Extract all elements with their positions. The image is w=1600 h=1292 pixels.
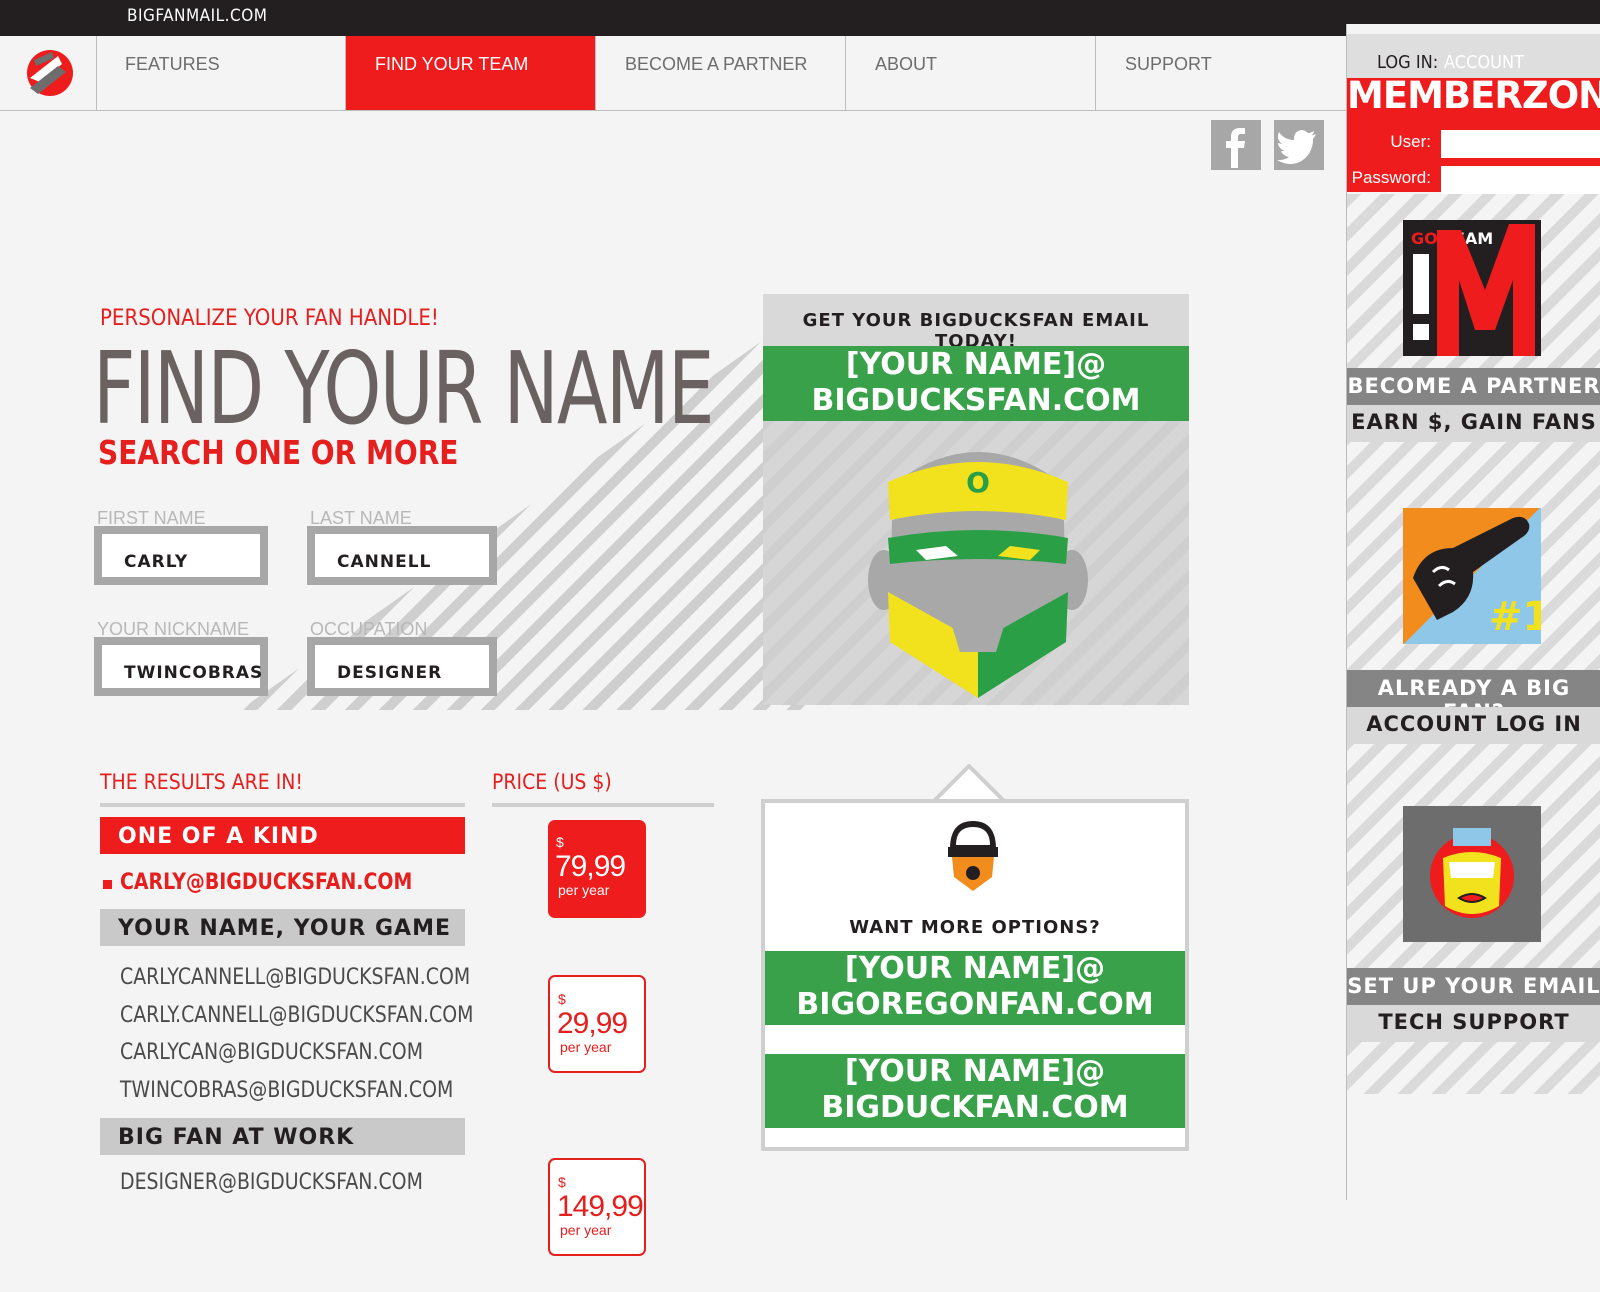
password-input[interactable] bbox=[1441, 166, 1600, 194]
price-amount: 149,99 bbox=[557, 1190, 644, 1223]
last-name-value: CANNELL bbox=[337, 552, 432, 572]
twitter-button[interactable] bbox=[1274, 120, 1324, 170]
hero-card: GET YOUR BIGDUCKSFAN EMAIL TODAY! [YOUR … bbox=[763, 294, 1189, 705]
subhead: SEARCH ONE OR MORE bbox=[98, 433, 459, 472]
category-one-of-a-kind: ONE OF A KIND bbox=[100, 817, 465, 854]
nav-support-label: SUPPORT bbox=[1125, 54, 1212, 74]
tech-support-band[interactable]: TECH SUPPORT bbox=[1347, 1005, 1600, 1042]
price-period: per year bbox=[560, 1039, 612, 1055]
option-line2: BIGDUCKFAN.COM bbox=[821, 1090, 1129, 1125]
nav-features-label: FEATURES bbox=[125, 54, 220, 74]
option-line1: [YOUR NAME]@ bbox=[844, 951, 1106, 986]
nav-about[interactable]: ABOUT bbox=[846, 36, 1096, 110]
nav-become-a-partner[interactable]: BECOME A PARTNER bbox=[596, 36, 846, 110]
user-label: User: bbox=[1390, 132, 1431, 151]
site-name[interactable]: BIGFANMAIL.COM bbox=[127, 6, 267, 26]
memberzone-title: MEMBERZONE bbox=[1347, 74, 1600, 117]
price-amount: 29,99 bbox=[557, 1007, 628, 1040]
memberzone-panel: LOG IN: ACCOUNT MEMBERZONE User: Passwor… bbox=[1347, 34, 1600, 194]
category-your-name-your-game: YOUR NAME, YOUR GAME bbox=[100, 909, 465, 946]
nav-support[interactable]: SUPPORT bbox=[1096, 36, 1346, 110]
price-tag[interactable]: $ 79,99 per year bbox=[548, 820, 646, 918]
foam-finger-icon: #1 bbox=[1413, 516, 1550, 640]
price-amount: 79,99 bbox=[555, 850, 626, 883]
number-one-badge: #1 bbox=[1489, 594, 1541, 640]
nav-about-label: ABOUT bbox=[875, 54, 938, 74]
occupation-field[interactable]: DESIGNER bbox=[307, 637, 497, 696]
more-options-card: WANT MORE OPTIONS? [YOUR NAME]@ BIGOREGO… bbox=[761, 799, 1189, 1151]
login-row: LOG IN: ACCOUNT bbox=[1347, 34, 1600, 78]
already-fan-band[interactable]: ALREADY A BIG FAN? bbox=[1347, 670, 1600, 724]
tech-support-tile[interactable] bbox=[1403, 806, 1541, 942]
price-tag[interactable]: $ 149,99 per year bbox=[548, 1158, 646, 1256]
nav-find-your-team[interactable]: FIND YOUR TEAM bbox=[346, 36, 596, 110]
price-period: per year bbox=[560, 1222, 612, 1238]
account-login-band[interactable]: ACCOUNT LOG IN bbox=[1347, 707, 1600, 744]
result-email[interactable]: CARLYCANNELL@BIGDUCKSFAN.COM bbox=[120, 965, 470, 990]
category-label: YOUR NAME, YOUR GAME bbox=[118, 916, 452, 941]
results-heading: THE RESULTS ARE IN! bbox=[100, 770, 303, 794]
category-label: ONE OF A KIND bbox=[118, 824, 319, 849]
category-label: BIG FAN AT WORK bbox=[118, 1125, 355, 1150]
helmet-face-icon bbox=[1430, 828, 1514, 918]
nickname-field[interactable]: TWINCOBRAS bbox=[94, 637, 268, 696]
callout-pointer bbox=[933, 764, 1005, 804]
main-nav: FEATURES FIND YOUR TEAM BECOME A PARTNER… bbox=[0, 36, 1346, 111]
category-big-fan-at-work: BIG FAN AT WORK bbox=[100, 1118, 465, 1155]
go-team-logo-icon: GO TEAM bbox=[1411, 224, 1535, 356]
hero-email-line2: BIGDUCKSFAN.COM bbox=[811, 383, 1141, 418]
option-bigduckfan[interactable]: [YOUR NAME]@ BIGDUCKFAN.COM bbox=[765, 1054, 1185, 1128]
hero-title: GET YOUR BIGDUCKSFAN EMAIL TODAY! bbox=[763, 294, 1189, 352]
option-line1: [YOUR NAME]@ bbox=[844, 1054, 1106, 1089]
mascot-head-icon bbox=[948, 821, 998, 891]
password-label: Password: bbox=[1351, 168, 1431, 187]
nav-features[interactable]: FEATURES bbox=[96, 36, 346, 110]
logo-icon bbox=[27, 50, 73, 96]
twitter-icon bbox=[1277, 130, 1316, 164]
result-email[interactable]: CARLYCAN@BIGDUCKSFAN.COM bbox=[120, 1040, 423, 1065]
facebook-button[interactable] bbox=[1211, 120, 1261, 170]
eyebrow-text: PERSONALIZE YOUR FAN HANDLE! bbox=[100, 306, 439, 331]
last-name-field[interactable]: CANNELL bbox=[307, 526, 497, 585]
bullet-icon bbox=[103, 880, 112, 889]
logo[interactable] bbox=[0, 36, 97, 110]
nickname-value: TWINCOBRAS bbox=[124, 663, 264, 683]
account-link[interactable]: ACCOUNT bbox=[1444, 52, 1524, 73]
option-bigoregonfan[interactable]: [YOUR NAME]@ BIGOREGONFAN.COM bbox=[765, 951, 1185, 1025]
nav-become-a-partner-label: BECOME A PARTNER bbox=[625, 54, 808, 74]
login-label: LOG IN: bbox=[1377, 52, 1439, 73]
nav-find-your-team-label: FIND YOUR TEAM bbox=[375, 54, 529, 74]
setup-email-band[interactable]: SET UP YOUR EMAIL bbox=[1347, 968, 1600, 1005]
options-title: WANT MORE OPTIONS? bbox=[849, 917, 1101, 938]
price-currency: $ bbox=[556, 834, 564, 850]
big-fan-tile[interactable]: #1 bbox=[1403, 508, 1550, 644]
result-email[interactable]: CARLY@BIGDUCKSFAN.COM bbox=[120, 870, 412, 895]
price-period: per year bbox=[558, 882, 610, 898]
option-line2: BIGOREGONFAN.COM bbox=[796, 987, 1154, 1022]
mascot-letter: O bbox=[966, 466, 990, 499]
price-tag[interactable]: $ 29,99 per year bbox=[548, 975, 646, 1073]
occupation-value: DESIGNER bbox=[337, 663, 443, 683]
first-name-value: CARLY bbox=[124, 552, 189, 572]
result-email[interactable]: CARLY.CANNELL@BIGDUCKSFAN.COM bbox=[120, 1003, 473, 1028]
go-label: GO bbox=[1411, 229, 1438, 248]
price-heading: PRICE (US $) bbox=[492, 770, 612, 794]
first-name-field[interactable]: CARLY bbox=[94, 526, 268, 585]
user-input[interactable] bbox=[1441, 130, 1600, 158]
page-title: FIND YOUR NAME bbox=[93, 330, 714, 447]
price-underline bbox=[492, 803, 714, 807]
price-currency: $ bbox=[558, 991, 566, 1007]
become-partner-band[interactable]: BECOME A PARTNER bbox=[1347, 368, 1600, 405]
facebook-icon bbox=[1226, 128, 1245, 168]
hero-email-banner[interactable]: [YOUR NAME]@ BIGDUCKSFAN.COM bbox=[763, 346, 1189, 421]
sidebar: LOG IN: ACCOUNT MEMBERZONE User: Passwor… bbox=[1346, 24, 1600, 1200]
result-email[interactable]: DESIGNER@BIGDUCKSFAN.COM bbox=[120, 1170, 423, 1195]
mascot-illustration: O bbox=[868, 452, 1088, 698]
result-email[interactable]: TWINCOBRAS@BIGDUCKSFAN.COM bbox=[120, 1078, 453, 1103]
price-currency: $ bbox=[558, 1174, 566, 1190]
hero-email-line1: [YOUR NAME]@ bbox=[845, 347, 1107, 382]
go-team-tile[interactable]: GO TEAM bbox=[1403, 220, 1541, 356]
earn-money-band[interactable]: EARN $, GAIN FANS bbox=[1347, 405, 1600, 442]
results-underline bbox=[100, 803, 465, 807]
